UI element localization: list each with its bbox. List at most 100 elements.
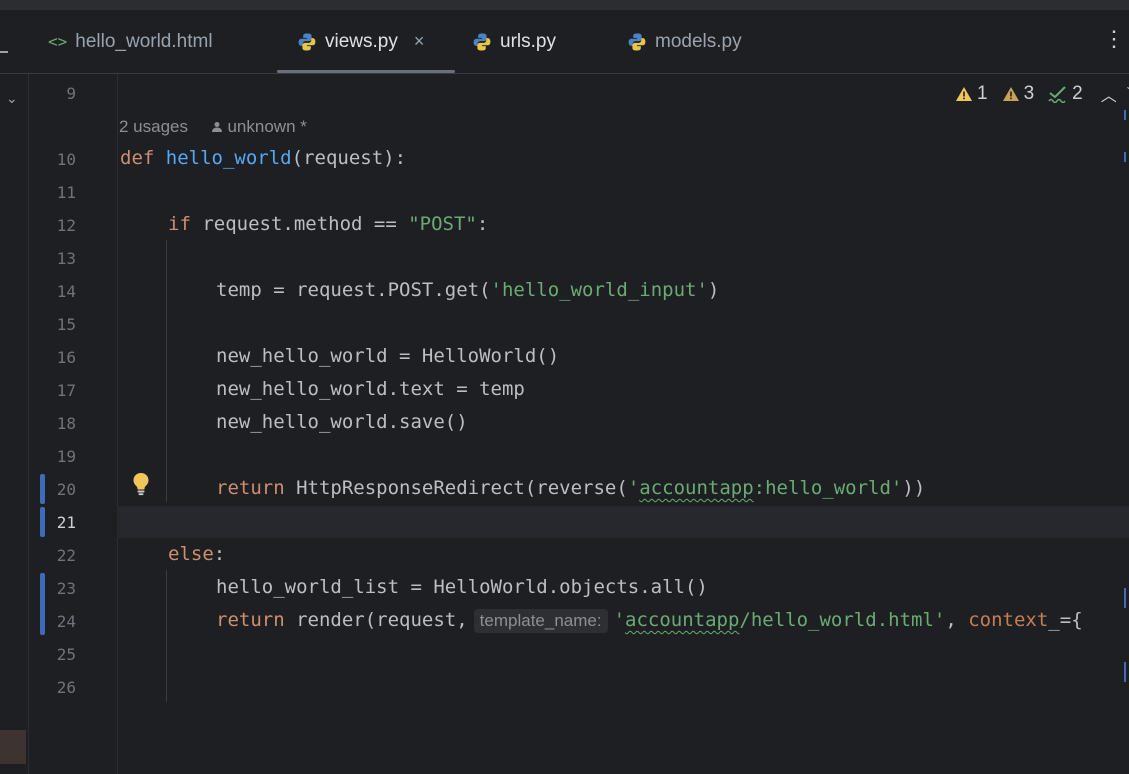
lightbulb-icon[interactable] bbox=[132, 472, 150, 496]
code-line-20: return HttpResponseRedirect(reverse('acc… bbox=[216, 472, 925, 505]
line-number: 14 bbox=[56, 282, 76, 301]
line-number: 9 bbox=[66, 84, 76, 103]
code-text: (request): bbox=[291, 147, 407, 169]
indent-guide bbox=[166, 240, 167, 502]
author-link[interactable]: unknown * bbox=[227, 117, 306, 136]
code-text: _= bbox=[1048, 609, 1072, 631]
scrollbar-marker[interactable] bbox=[1124, 152, 1126, 162]
tool-window-strip bbox=[0, 74, 29, 774]
code-line-10: def hello_world(request): bbox=[120, 142, 406, 175]
tab-models-py[interactable]: models.py bbox=[627, 10, 742, 73]
line-number-current: 21 bbox=[56, 513, 76, 532]
python-icon bbox=[628, 33, 646, 50]
line-number: 15 bbox=[56, 315, 76, 334]
close-icon[interactable]: × bbox=[414, 31, 425, 52]
warning-count[interactable]: 3 bbox=[1002, 83, 1035, 105]
function-name: hello_world bbox=[165, 147, 292, 169]
tab-label: views.py bbox=[325, 30, 398, 52]
code-text: , bbox=[945, 609, 969, 631]
line-number: 17 bbox=[56, 381, 76, 400]
code-line-14: temp = request.POST.get('hello_world_inp… bbox=[216, 274, 719, 307]
string-literal-typo: accountapp bbox=[639, 477, 754, 499]
html-icon: <> bbox=[48, 32, 68, 51]
scrollbar-marker[interactable] bbox=[1124, 588, 1126, 608]
scrollbar-marker[interactable] bbox=[1124, 662, 1126, 682]
keyword: return bbox=[216, 477, 285, 499]
code-line-16: new_hello_world = HelloWorld() bbox=[216, 345, 560, 367]
line-number: 10 bbox=[56, 150, 76, 169]
string-literal: 'hello_world_input' bbox=[490, 279, 708, 301]
minimize-icon[interactable] bbox=[0, 51, 8, 53]
code-text: render(request, bbox=[284, 609, 468, 631]
code-vision-hints: 2 usages unknown * bbox=[119, 114, 307, 140]
line-number: 16 bbox=[56, 348, 76, 367]
parameter-hint: template_name: bbox=[473, 608, 608, 633]
active-tab-indicator bbox=[277, 70, 455, 73]
typo-check-icon bbox=[1048, 86, 1066, 103]
string-literal: ' bbox=[613, 609, 626, 631]
code-text: request.method == bbox=[190, 213, 409, 235]
code-line-22: else: bbox=[168, 538, 225, 571]
tab-label: hello_world.html bbox=[75, 30, 213, 52]
code-line-24: return render(request, template_name:'acc… bbox=[216, 604, 1083, 637]
keyword: else bbox=[168, 543, 214, 565]
string-literal: "POST" bbox=[408, 213, 477, 235]
current-line-highlight bbox=[117, 506, 1129, 538]
warning-count-value: 3 bbox=[1023, 83, 1035, 104]
line-number: 19 bbox=[56, 447, 76, 466]
code-line-12: if request.method == "POST": bbox=[168, 208, 488, 241]
warning-triangle-icon bbox=[956, 87, 972, 101]
line-number: 18 bbox=[56, 414, 76, 433]
error-count[interactable]: 1 bbox=[955, 83, 988, 105]
string-literal: :hello_world' bbox=[753, 477, 903, 499]
python-icon bbox=[473, 33, 491, 50]
keyword-argument: context bbox=[968, 609, 1049, 631]
code-text: : bbox=[476, 213, 489, 235]
line-number: 25 bbox=[56, 645, 76, 664]
code-line-17: new_hello_world.text = temp bbox=[216, 378, 525, 400]
code-text: )) bbox=[902, 477, 926, 499]
inspection-widget[interactable]: 1 3 2 ︿ ﹀ bbox=[955, 82, 1129, 106]
typo-count-value: 2 bbox=[1072, 83, 1083, 104]
string-literal: /hello_world.html' bbox=[739, 609, 946, 631]
usages-link[interactable]: 2 usages bbox=[119, 117, 188, 136]
tab-urls-py[interactable]: urls.py bbox=[472, 10, 556, 73]
user-icon bbox=[211, 117, 228, 136]
code-text: temp = request.POST.get( bbox=[216, 279, 491, 301]
line-number: 26 bbox=[56, 678, 76, 697]
scrollbar-marker[interactable] bbox=[1124, 110, 1126, 120]
line-number: 13 bbox=[56, 249, 76, 268]
line-number: 24 bbox=[56, 612, 76, 631]
editor-tab-bar: <> hello_world.html views.py × urls.py m… bbox=[0, 10, 1129, 74]
weak-warning-icon bbox=[1002, 87, 1019, 101]
python-icon bbox=[298, 33, 316, 50]
code-text: HttpResponseRedirect(reverse( bbox=[284, 477, 628, 499]
string-literal-typo: accountapp bbox=[625, 609, 740, 631]
indent-guide bbox=[166, 570, 167, 702]
tab-hello-world-html[interactable]: <> hello_world.html bbox=[48, 10, 213, 73]
code-line-23: hello_world_list = HelloWorld.objects.al… bbox=[216, 576, 708, 598]
tab-label: urls.py bbox=[500, 30, 556, 52]
line-number: 11 bbox=[56, 183, 76, 202]
keyword: if bbox=[168, 213, 191, 235]
chevron-down-icon[interactable]: ⌄ bbox=[6, 90, 18, 107]
line-number: 20 bbox=[56, 480, 76, 499]
title-strip bbox=[0, 0, 1129, 10]
error-count-value: 1 bbox=[977, 83, 988, 104]
line-number: 23 bbox=[56, 579, 76, 598]
keyword: def bbox=[120, 147, 155, 169]
code-line-18: new_hello_world.save() bbox=[216, 411, 468, 433]
code-text: { bbox=[1071, 609, 1083, 631]
string-literal: ' bbox=[627, 477, 640, 499]
keyword: return bbox=[216, 609, 285, 631]
tab-views-py[interactable]: views.py × bbox=[297, 10, 424, 73]
line-number: 12 bbox=[56, 216, 76, 235]
more-tabs-icon[interactable]: ⋮ bbox=[1103, 28, 1125, 50]
line-number: 22 bbox=[56, 546, 76, 565]
code-text: ) bbox=[707, 279, 720, 301]
chevron-up-icon[interactable]: ︿ bbox=[1101, 82, 1117, 106]
code-text: : bbox=[213, 543, 226, 565]
tab-label: models.py bbox=[655, 30, 742, 52]
tool-window-marker bbox=[0, 730, 26, 764]
typo-count[interactable]: 2 bbox=[1048, 83, 1083, 105]
